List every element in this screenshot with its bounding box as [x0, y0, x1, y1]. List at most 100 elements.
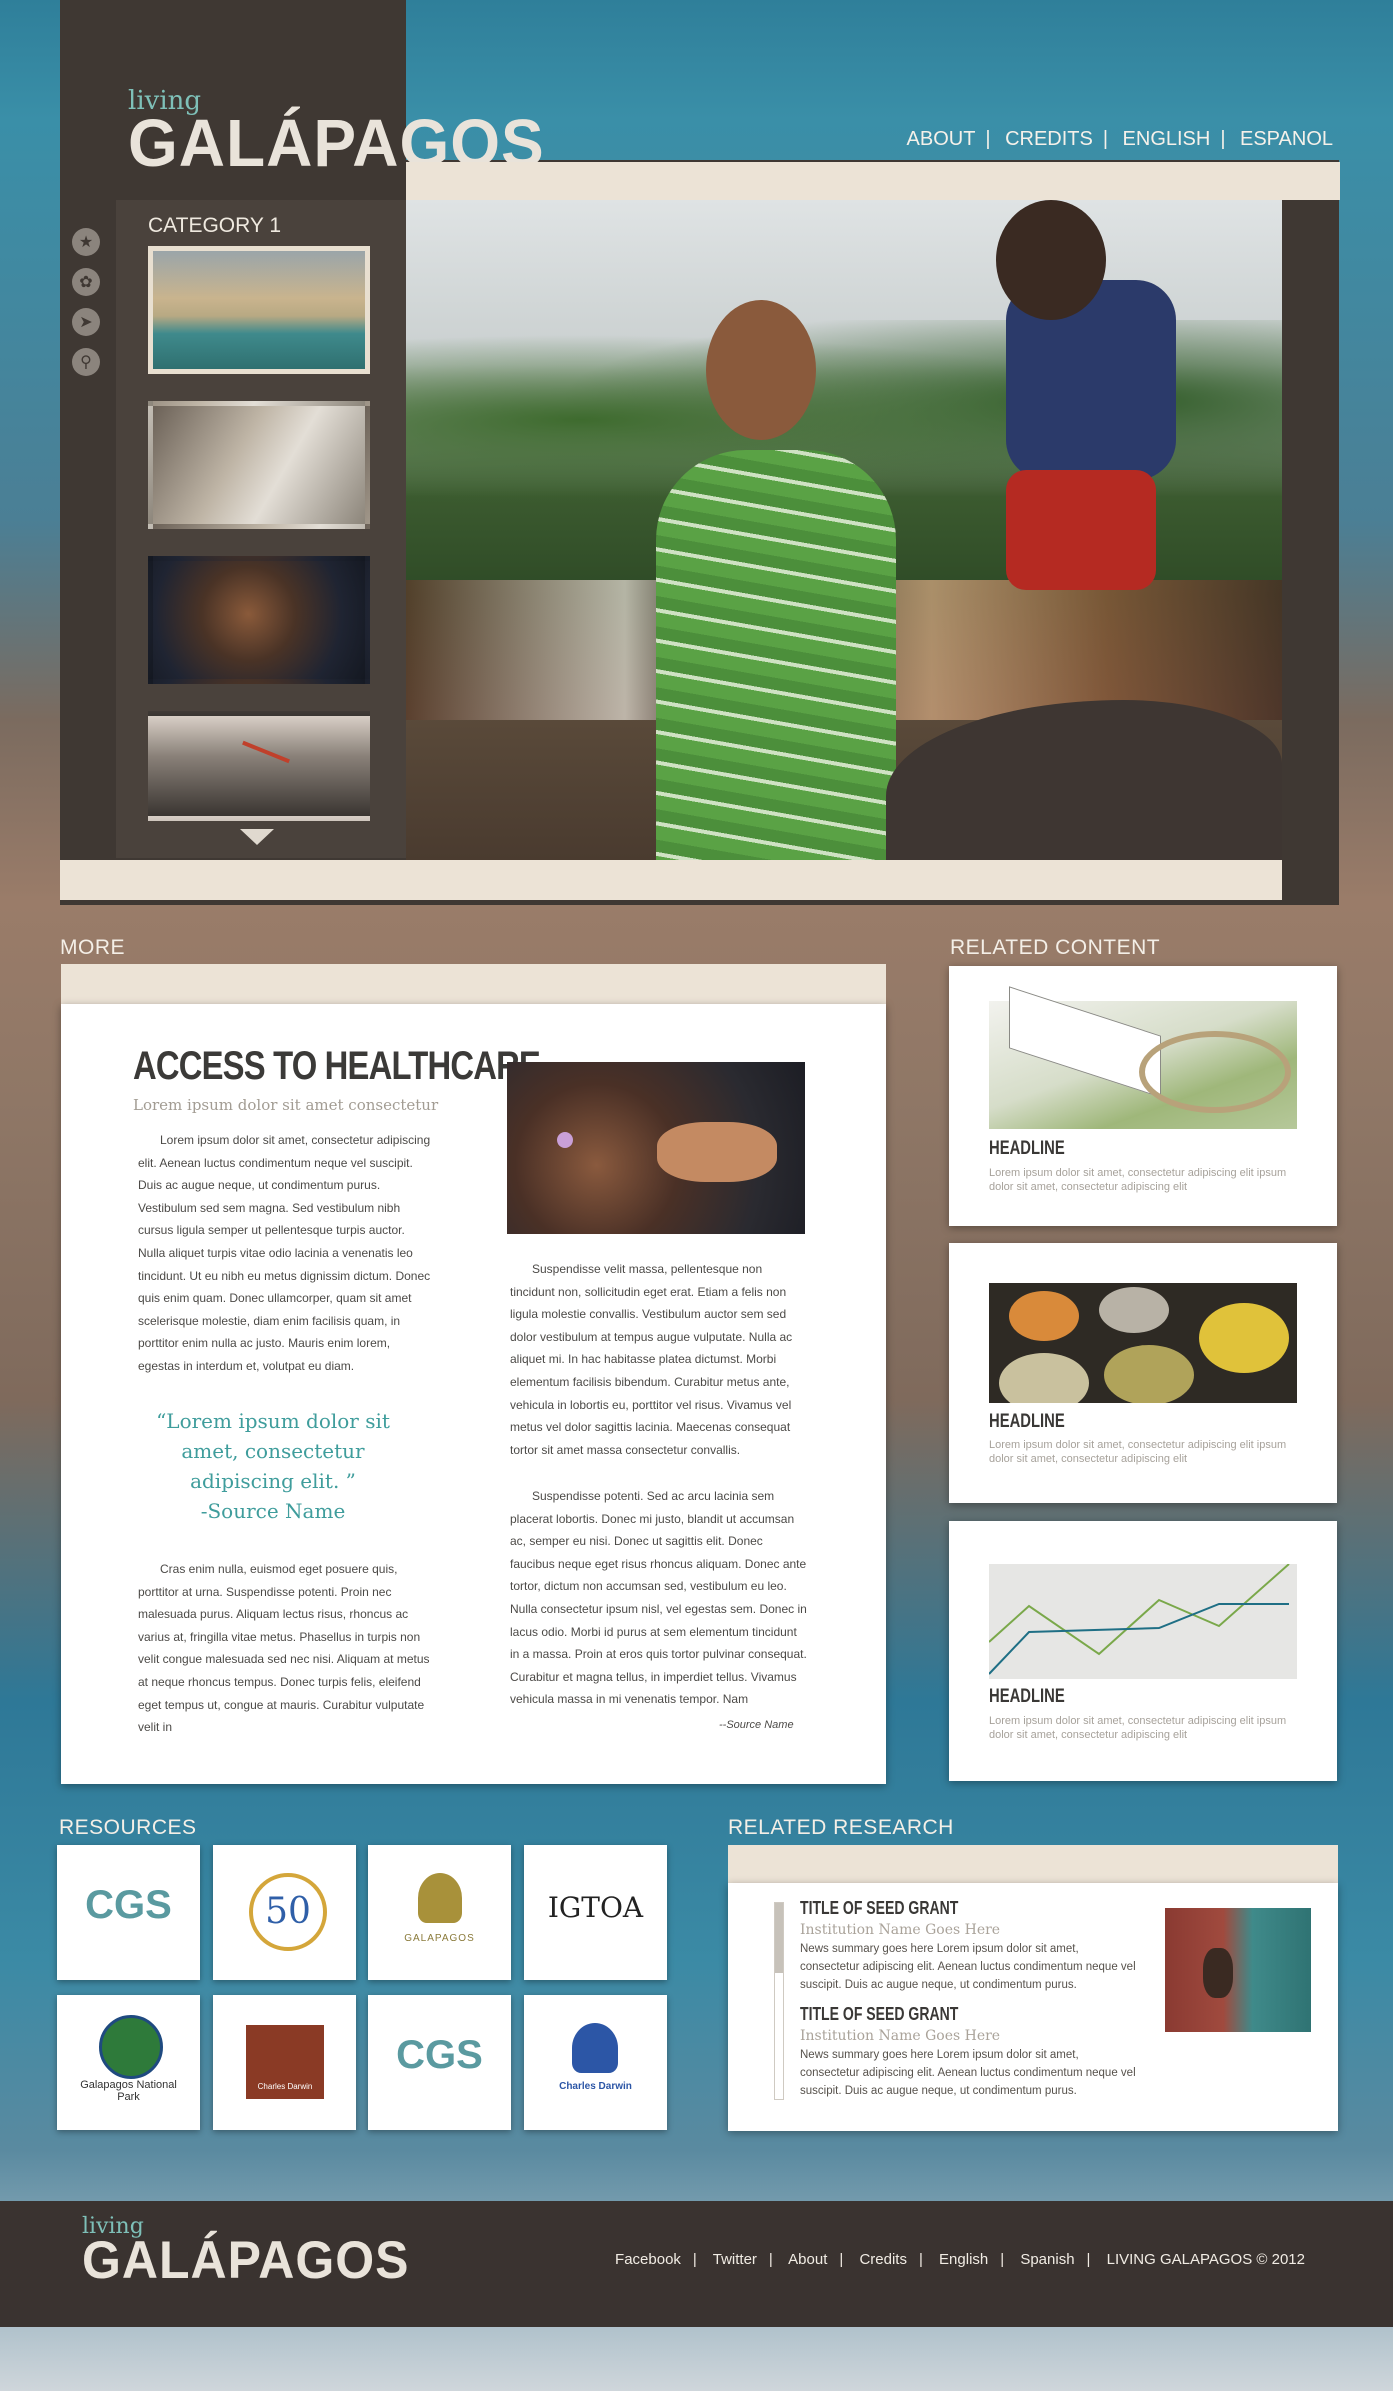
top-nav: ABOUT | CREDITS | ENGLISH | ESPANOL	[906, 128, 1333, 150]
hero-child-head	[996, 200, 1106, 320]
turtle-icon[interactable]: ✿	[72, 268, 100, 296]
nav-credits[interactable]: CREDITS	[1005, 128, 1093, 150]
search-icon[interactable]: ⚲	[72, 348, 100, 376]
article-col2-p1: Suspendisse velit massa, pellentesque no…	[510, 1262, 793, 1457]
hero-child-shorts	[1006, 470, 1156, 590]
bowl-grey	[1099, 1287, 1169, 1333]
galapagos-conservancy-text: GALAPAGOS	[404, 1933, 475, 1944]
building-shape	[1009, 986, 1161, 1098]
hero-man-head	[706, 300, 816, 440]
related-card-1[interactable]: HEADLINE Lorem ipsum dolor sit amet, con…	[949, 966, 1337, 1226]
thumbnail-woman-necklace[interactable]	[148, 556, 370, 684]
darwin-blue-text: Charles Darwin	[559, 2081, 632, 2092]
resources-section-title: RESOURCES	[59, 1816, 197, 1839]
related-image-architecture	[989, 986, 1297, 1129]
resource-50-years[interactable]: 50	[213, 1845, 356, 1980]
more-section-title: MORE	[60, 936, 125, 959]
path-shape	[1139, 1031, 1291, 1113]
resource-cgs-2[interactable]: CGS	[368, 1995, 511, 2130]
footer-logo-big: GALÁPAGOS	[82, 2230, 410, 2290]
resource-galapagos-conservancy[interactable]: GALAPAGOS	[368, 1845, 511, 1980]
article-photo-hand	[657, 1122, 777, 1182]
gallery-bottom-bar	[60, 860, 1282, 900]
hero-rock	[886, 700, 1282, 860]
bowl-beige	[999, 1353, 1089, 1403]
article-photo	[507, 1062, 805, 1234]
line-chart-series-teal	[989, 1603, 1289, 1675]
darwin-blue-tortoise-icon	[572, 2023, 618, 2073]
national-park-text: Galapagos National Park	[80, 2079, 177, 2103]
research-top-bar	[728, 1845, 1338, 1883]
research-scrollbar-thumb[interactable]	[775, 1903, 783, 1973]
cgs-logo: CGS	[85, 1883, 172, 1927]
nav-about[interactable]: ABOUT	[907, 128, 976, 150]
footer-links: Facebook | Twitter | About | Credits | Engli…	[615, 2251, 1305, 2268]
related-headline-3: HEADLINE	[989, 1686, 1065, 1707]
research-institution-2: Institution Name Goes Here	[800, 2028, 1001, 2044]
scroll-down-arrow-icon[interactable]	[240, 829, 274, 845]
igtoa-logo: IGTOA	[547, 1891, 644, 1924]
tortoise-icon	[418, 1873, 462, 1923]
article-photo-flower-icon	[557, 1132, 573, 1148]
research-institution-1: Institution Name Goes Here	[800, 1922, 1001, 1938]
more-top-bar	[61, 964, 886, 1004]
footer-link-about[interactable]: About	[788, 2251, 827, 2268]
hero-photo	[406, 200, 1282, 860]
research-section-title: RELATED RESEARCH	[728, 1816, 954, 1839]
nav-espanol[interactable]: ESPANOL	[1240, 128, 1333, 150]
related-text-2: Lorem ipsum dolor sit amet, consectetur …	[989, 1439, 1287, 1465]
research-summary-2: News summary goes here Lorem ipsum dolor…	[800, 2049, 1136, 2097]
fish-icon[interactable]: ➤	[72, 308, 100, 336]
resource-darwin-blue[interactable]: Charles Darwin	[524, 1995, 667, 2130]
bowl-yellow	[1199, 1303, 1289, 1373]
quote-text: “Lorem ipsum dolor sit amet, consectetur…	[156, 1409, 390, 1493]
article-col1-p1: Lorem ipsum dolor sit amet, consectetur …	[138, 1133, 431, 1373]
bowl-orange	[1009, 1291, 1079, 1341]
related-headline-1: HEADLINE	[989, 1138, 1065, 1159]
article-quote: “Lorem ipsum dolor sit amet, consectetur…	[148, 1406, 398, 1526]
cgs-logo-2: CGS	[396, 2033, 483, 2077]
related-image-bowls	[989, 1283, 1297, 1403]
resource-cgs[interactable]: CGS	[57, 1845, 200, 1980]
article-col1-p2: Cras enim nulla, euismod eget posuere qu…	[138, 1562, 430, 1735]
article-col2-p2: Suspendisse potenti. Sed ac arcu lacinia…	[510, 1489, 807, 1707]
related-headline-2: HEADLINE	[989, 1411, 1065, 1432]
research-title-1[interactable]: TITLE OF SEED GRANT	[800, 1898, 958, 1919]
resource-national-park[interactable]: Galapagos National Park	[57, 1995, 200, 2130]
article-subtitle: Lorem ipsum dolor sit amet consectetur	[133, 1096, 439, 1114]
footer-link-credits[interactable]: Credits	[859, 2251, 907, 2268]
footer-link-english[interactable]: English	[939, 2251, 988, 2268]
star-icon[interactable]: ★	[72, 228, 100, 256]
darwin-brown-text: Charles Darwin	[257, 2082, 313, 2091]
related-card-3[interactable]: HEADLINE Lorem ipsum dolor sit amet, con…	[949, 1521, 1337, 1781]
footer-link-twitter[interactable]: Twitter	[713, 2251, 757, 2268]
fifty-years-logo: 50	[249, 1873, 327, 1951]
research-summary-1: News summary goes here Lorem ipsum dolor…	[800, 1943, 1136, 1991]
footer-link-facebook[interactable]: Facebook	[615, 2251, 681, 2268]
thumbnail-beach[interactable]	[148, 246, 370, 374]
bird-beak-icon	[242, 740, 290, 764]
research-photo-iguana	[1203, 1948, 1233, 1998]
thumbnail-bird[interactable]	[148, 711, 370, 821]
footer-logo[interactable]: living GALÁPAGOS	[82, 2214, 410, 2289]
gallery-top-bar	[406, 162, 1340, 200]
resource-darwin-brown[interactable]: Charles Darwin	[213, 1995, 356, 2130]
article-title: ACCESS TO HEALTHCARE	[133, 1044, 541, 1088]
research-title-2[interactable]: TITLE OF SEED GRANT	[800, 2004, 958, 2025]
article-col2-source: --Source Name	[719, 1719, 794, 1731]
research-scrollbar[interactable]	[774, 1902, 784, 2100]
national-park-emblem-icon	[99, 2015, 163, 2079]
related-text-3: Lorem ipsum dolor sit amet, consectetur …	[989, 1715, 1287, 1741]
hero-man-shirt	[656, 450, 896, 860]
research-photo	[1165, 1908, 1311, 2032]
category-label: CATEGORY 1	[148, 214, 282, 237]
line-chart-series-green	[989, 1564, 1290, 1656]
related-card-2[interactable]: HEADLINE Lorem ipsum dolor sit amet, con…	[949, 1243, 1337, 1503]
related-text-1: Lorem ipsum dolor sit amet, consectetur …	[989, 1167, 1287, 1193]
related-image-line-chart	[989, 1564, 1297, 1679]
nav-english[interactable]: ENGLISH	[1123, 128, 1211, 150]
resource-igtoa[interactable]: IGTOA	[524, 1845, 667, 1980]
darwin-brown-badge: Charles Darwin	[246, 2025, 324, 2099]
footer-link-spanish[interactable]: Spanish	[1020, 2251, 1074, 2268]
thumbnail-hat-man[interactable]	[148, 401, 370, 529]
